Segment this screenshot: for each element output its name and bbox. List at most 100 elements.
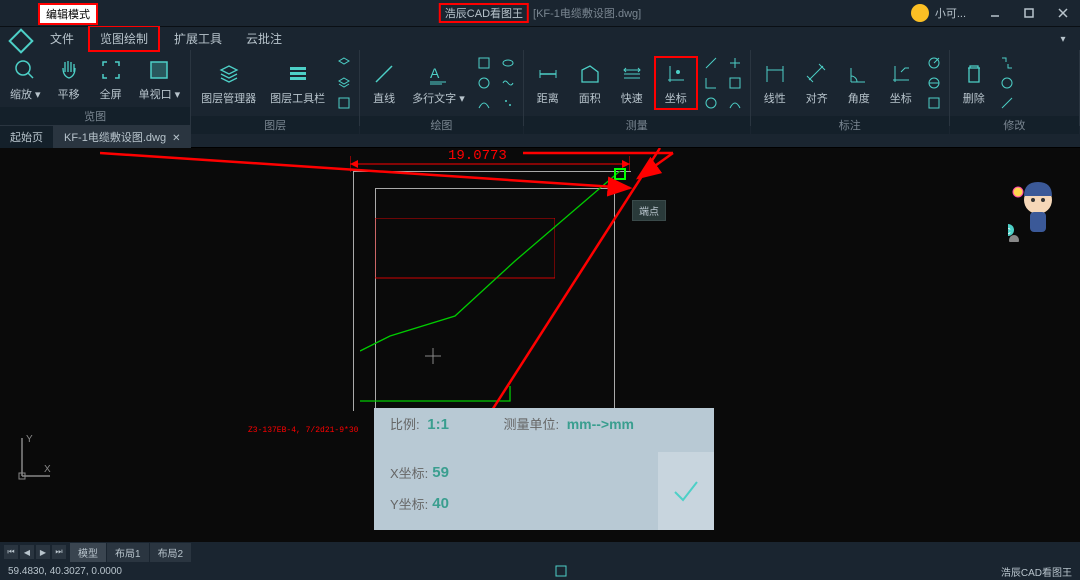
fullscreen-label: 全屏 <box>100 86 122 102</box>
status-icon[interactable] <box>555 565 567 577</box>
delete-button[interactable]: 删除 <box>954 58 994 108</box>
tab-model[interactable]: 模型 <box>70 543 106 562</box>
layer-toolbar-icon <box>284 60 312 88</box>
aligned-label: 对齐 <box>806 90 828 106</box>
coord2-icon <box>887 60 915 88</box>
measure-mini-6-icon[interactable] <box>726 94 744 112</box>
ribbon-group-measure: 距离 面积 快速 坐标 <box>524 50 751 125</box>
layout-tabbar: ⏮ ◀ ▶ ⏭ 模型 布局1 布局2 <box>0 542 1080 562</box>
draw-mini-3-icon[interactable] <box>475 94 493 112</box>
coord-icon <box>662 60 690 88</box>
menu-extend-tools[interactable]: 扩展工具 <box>164 27 232 50</box>
modify-mini-2-icon[interactable] <box>998 74 1016 92</box>
area-icon <box>576 60 604 88</box>
mascot-icon[interactable]: C <box>1008 178 1062 242</box>
coord-button[interactable]: 坐标 <box>654 56 698 110</box>
distance-icon <box>534 60 562 88</box>
quick-button[interactable]: 快速 <box>612 58 652 108</box>
status-brand: 浩辰CAD看图王 <box>1001 564 1072 579</box>
tab-start[interactable]: 起始页 <box>0 126 54 148</box>
layer-mini-3-icon[interactable] <box>335 94 353 112</box>
menu-caret-icon[interactable]: ▾ <box>1054 30 1072 48</box>
line-button[interactable]: 直线 <box>364 58 404 108</box>
tab-layout1[interactable]: 布局1 <box>107 543 149 562</box>
linear-button[interactable]: 线性 <box>755 58 795 108</box>
maximize-button[interactable] <box>1012 0 1046 26</box>
layer-toolbar-button[interactable]: 图层工具栏 <box>264 58 331 108</box>
angle-button[interactable]: 角度 <box>839 58 879 108</box>
annotate-mini-1-icon[interactable] <box>925 54 943 72</box>
confirm-button[interactable] <box>658 452 714 530</box>
draw-mini-2-icon[interactable] <box>475 74 493 92</box>
menu-view-draw[interactable]: 览图绘制 <box>88 25 160 52</box>
nav-last-button[interactable]: ⏭ <box>52 545 66 559</box>
ribbon-group-view-label: 览图 <box>0 107 190 125</box>
edit-mode-badge[interactable]: 编辑模式 <box>38 3 98 25</box>
ribbon-group-measure-label: 测量 <box>524 116 750 134</box>
annotate-mini-2-icon[interactable] <box>925 74 943 92</box>
draw-mini-5-icon[interactable] <box>499 74 517 92</box>
zoom-button[interactable]: 缩放 ▾ <box>4 54 47 104</box>
draw-mini-1-icon[interactable] <box>475 54 493 72</box>
draw-mini-6-icon[interactable] <box>499 94 517 112</box>
layer-manager-icon <box>215 60 243 88</box>
green-polyline <box>360 171 640 411</box>
svg-text:Y: Y <box>26 434 33 445</box>
annotate-mini-3-icon[interactable] <box>925 94 943 112</box>
layer-manager-label: 图层管理器 <box>201 90 256 106</box>
menu-cloud-annotate[interactable]: 云批注 <box>236 27 292 50</box>
modify-mini-1-icon[interactable] <box>998 54 1016 72</box>
drawing-canvas[interactable]: 19.0773 端点 Z3-137EB-4, 7/2d21-9*30 比例: <box>0 148 1080 542</box>
measure-mini-3-icon[interactable] <box>702 94 720 112</box>
pan-button[interactable]: 平移 <box>49 54 89 104</box>
check-icon <box>671 476 701 506</box>
close-icon[interactable]: ✕ <box>172 133 180 144</box>
snap-marker-icon <box>614 168 626 180</box>
mtext-button[interactable]: A 多行文字 ▾ <box>406 58 471 108</box>
nav-first-button[interactable]: ⏮ <box>4 545 18 559</box>
tab-layout2[interactable]: 布局2 <box>150 543 192 562</box>
layer-manager-button[interactable]: 图层管理器 <box>195 58 262 108</box>
fullscreen-button[interactable]: 全屏 <box>91 54 131 104</box>
crosshair-cursor-icon <box>425 348 441 364</box>
app-logo-icon[interactable] <box>8 28 34 54</box>
user-name[interactable]: 小可... <box>935 5 966 21</box>
distance-button[interactable]: 距离 <box>528 58 568 108</box>
ribbon-group-draw-label: 绘图 <box>360 116 523 134</box>
svg-text:A: A <box>430 65 440 81</box>
dimension-value: 19.0773 <box>448 148 507 164</box>
user-avatar-icon[interactable] <box>911 4 929 22</box>
quick-label: 快速 <box>621 90 643 106</box>
modify-mini-3-icon[interactable] <box>998 94 1016 112</box>
annotation-text: Z3-137EB-4, 7/2d21-9*30 <box>248 426 358 435</box>
nav-next-button[interactable]: ▶ <box>36 545 50 559</box>
pan-icon <box>55 56 83 84</box>
statusbar: 59.4830, 40.3027, 0.0000 浩辰CAD看图王 <box>0 562 1080 580</box>
area-button[interactable]: 面积 <box>570 58 610 108</box>
measure-mini-2-icon[interactable] <box>702 74 720 92</box>
close-button[interactable] <box>1046 0 1080 26</box>
ribbon-group-layer: 图层管理器 图层工具栏 图层 <box>191 50 360 125</box>
measure-mini-4-icon[interactable] <box>726 54 744 72</box>
ucs-icon: Y X <box>14 432 54 482</box>
file-name: [KF-1电缆敷设图.dwg] <box>533 5 641 21</box>
draw-mini-4-icon[interactable] <box>499 54 517 72</box>
measure-mini-5-icon[interactable] <box>726 74 744 92</box>
x-coord-value: 59 <box>432 464 449 481</box>
titlebar: 编辑模式 浩辰CAD看图王 [KF-1电缆敷设图.dwg] 小可... <box>0 0 1080 26</box>
layer-mini-1-icon[interactable] <box>335 54 353 72</box>
viewport-button[interactable]: 单视口 ▾ <box>133 54 187 104</box>
layer-mini-2-icon[interactable] <box>335 74 353 92</box>
status-coords: 59.4830, 40.3027, 0.0000 <box>8 566 122 577</box>
tab-current[interactable]: KF-1电缆敷设图.dwg✕ <box>54 126 191 148</box>
coord2-button[interactable]: 坐标 <box>881 58 921 108</box>
nav-prev-button[interactable]: ◀ <box>20 545 34 559</box>
minimize-button[interactable] <box>978 0 1012 26</box>
delete-icon <box>960 60 988 88</box>
pan-label: 平移 <box>58 86 80 102</box>
menu-file[interactable]: 文件 <box>40 27 84 50</box>
line-label: 直线 <box>373 90 395 106</box>
coord2-label: 坐标 <box>890 90 912 106</box>
aligned-button[interactable]: 对齐 <box>797 58 837 108</box>
measure-mini-1-icon[interactable] <box>702 54 720 72</box>
